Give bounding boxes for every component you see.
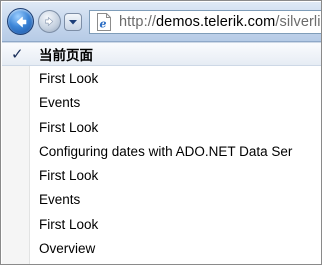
browser-window: e http://demos.telerik.com/silverli ✓ 当前… bbox=[0, 0, 322, 265]
menu-item-current-page[interactable]: ✓ 当前页面 bbox=[2, 42, 321, 66]
menu-item-label: Overview bbox=[39, 240, 96, 256]
back-button[interactable] bbox=[7, 8, 34, 35]
menu-item-history[interactable]: First Look bbox=[2, 66, 321, 90]
url-path: /silverli bbox=[275, 14, 321, 30]
forward-button[interactable] bbox=[38, 10, 61, 33]
checkmark-icon: ✓ bbox=[11, 46, 24, 63]
address-bar[interactable]: e http://demos.telerik.com/silverli bbox=[89, 10, 321, 34]
menu-item-history[interactable]: Overview bbox=[2, 236, 321, 260]
menu-item-label: First Look bbox=[39, 70, 99, 86]
menu-item-history[interactable]: Events bbox=[2, 187, 321, 211]
url-text: http://demos.telerik.com/silverli bbox=[119, 14, 321, 30]
menu-item-label: First Look bbox=[39, 216, 99, 232]
menu-item-history[interactable]: First Look bbox=[2, 115, 321, 139]
menu-item-label: Configuring dates with ADO.NET Data Ser bbox=[39, 143, 293, 159]
menu-item-label: Events bbox=[39, 94, 81, 110]
navigation-bar: e http://demos.telerik.com/silverli bbox=[2, 2, 321, 42]
menu-item-history[interactable]: First Look bbox=[2, 163, 321, 187]
history-dropdown-button[interactable] bbox=[64, 13, 82, 31]
history-menu: ✓ 当前页面 First Look Events First Look Conf… bbox=[2, 42, 321, 264]
url-prefix: http:// bbox=[119, 14, 156, 30]
chevron-down-icon bbox=[69, 20, 77, 25]
menu-item-label: 当前页面 bbox=[39, 48, 93, 63]
menu-item-history[interactable]: First Look bbox=[2, 212, 321, 236]
back-arrow-icon bbox=[16, 16, 26, 27]
menu-item-label: First Look bbox=[39, 167, 99, 183]
menu-item-label: Events bbox=[39, 191, 81, 207]
menu-item-history[interactable]: Events bbox=[2, 90, 321, 114]
menu-item-history[interactable]: Configuring dates with ADO.NET Data Ser bbox=[2, 139, 321, 163]
forward-arrow-icon bbox=[45, 17, 54, 26]
ie-page-icon: e bbox=[95, 13, 113, 31]
url-host: demos.telerik.com bbox=[155, 14, 276, 30]
svg-text:e: e bbox=[100, 18, 107, 31]
menu-item-label: First Look bbox=[39, 119, 99, 135]
